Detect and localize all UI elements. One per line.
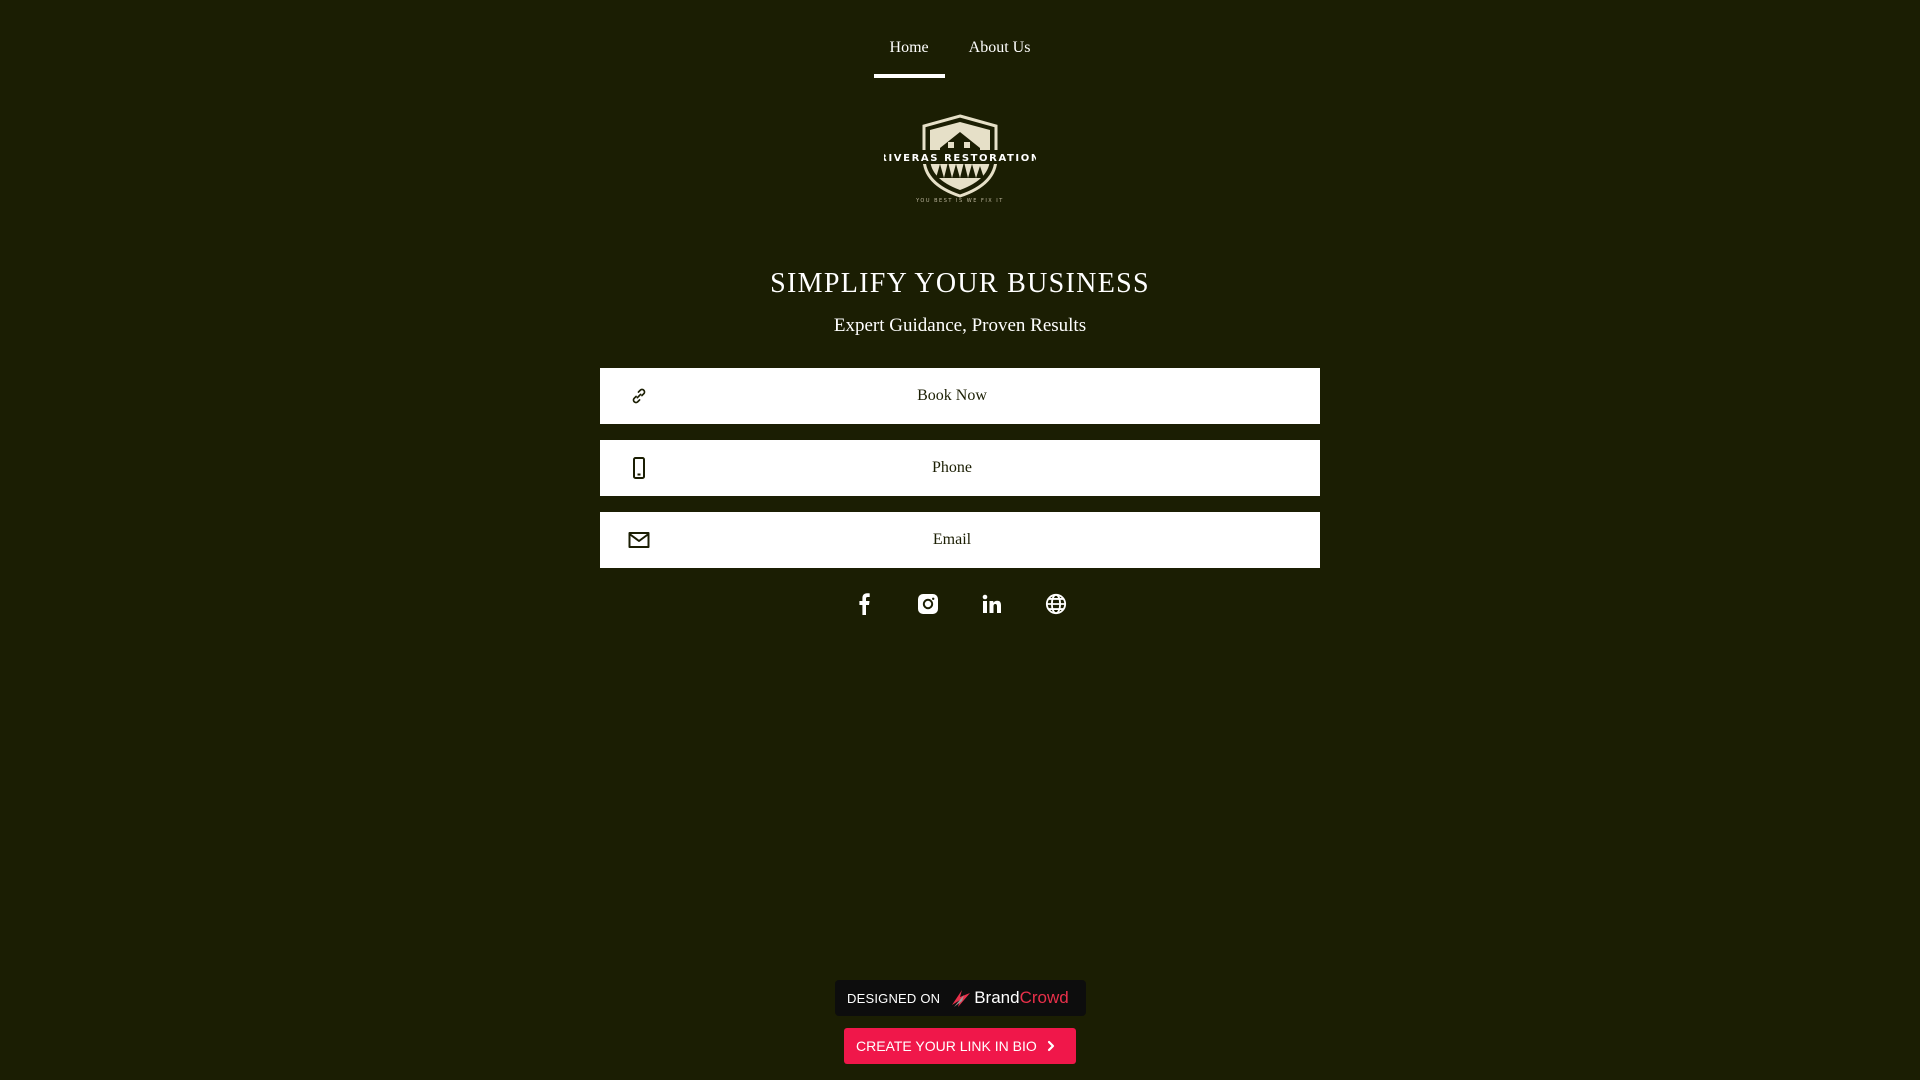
book-now-label: Book Now (917, 387, 987, 404)
linkedin-icon[interactable] (980, 592, 1004, 616)
phone-button[interactable]: Phone (600, 440, 1320, 496)
email-button[interactable]: Email (600, 512, 1320, 568)
brand-word: Brand (974, 988, 1020, 1007)
instagram-icon[interactable] (916, 592, 940, 616)
house-shield-logo-icon: RIVERAS RESTORATION YOU BEST IS WE FIX I… (879, 114, 1039, 204)
crowd-word: Crowd (1019, 988, 1069, 1007)
nav-home[interactable]: Home (873, 28, 945, 78)
designed-on-label: DESIGNED ON (847, 990, 941, 1006)
page-title: SIMPLIFY YOUR BUSINESS (770, 268, 1150, 299)
cta-label: CREATE YOUR LINK IN BIO (856, 1038, 1037, 1054)
riveras-restoration-logo: RIVERAS RESTORATION YOU BEST IS WE FIX I… (879, 112, 1039, 204)
phone-icon (628, 457, 650, 479)
facebook-icon[interactable] (852, 592, 876, 616)
chevron-right-icon (1045, 1040, 1057, 1052)
logo-tagline: YOU BEST IS WE FIX IT (915, 198, 1004, 204)
nav-about-us[interactable]: About Us (953, 28, 1047, 78)
brandcrowd-logo-icon (952, 990, 971, 1007)
book-now-button[interactable]: Book Now (600, 368, 1320, 424)
mail-icon (628, 529, 650, 551)
page-subtitle: Expert Guidance, Proven Results (833, 315, 1087, 336)
email-label: Email (932, 531, 972, 548)
phone-label: Phone (932, 459, 972, 476)
top-nav: Home About Us (0, 28, 1920, 78)
globe-icon[interactable] (1044, 592, 1068, 616)
link-list: Book Now Phone Email (600, 368, 1320, 584)
social-links (0, 592, 1920, 616)
link-icon (628, 385, 650, 407)
designed-on-brandcrowd-badge[interactable]: DESIGNED ON Brand Crowd (835, 980, 1086, 1016)
logo-wordmark: RIVERAS RESTORATION (884, 153, 1036, 164)
create-link-in-bio-button[interactable]: CREATE YOUR LINK IN BIO (844, 1028, 1076, 1064)
